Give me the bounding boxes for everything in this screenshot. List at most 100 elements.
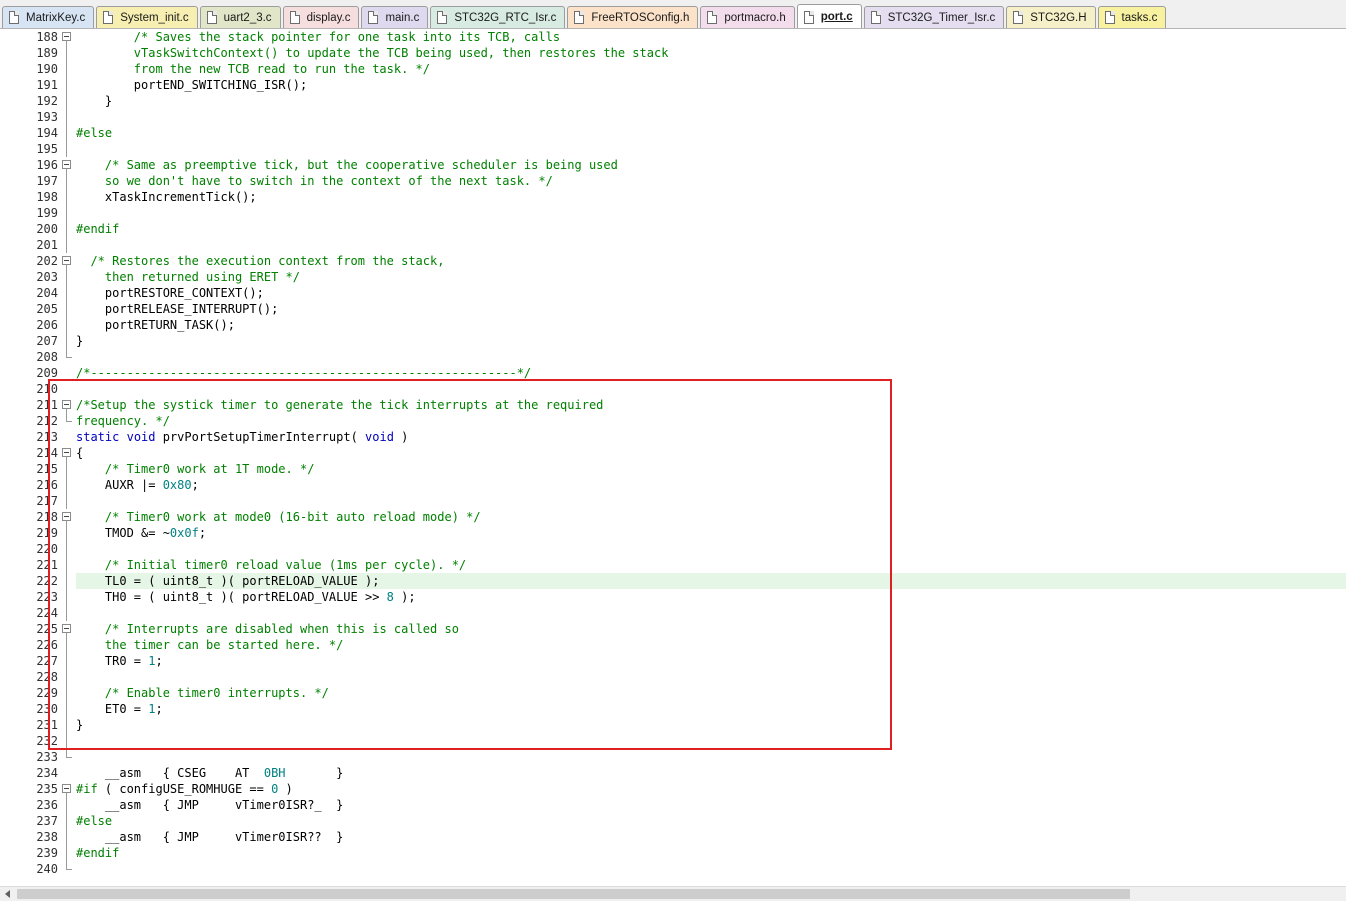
code-line[interactable]: 220 <box>0 541 1346 557</box>
code-line[interactable]: 206 portRETURN_TASK(); <box>0 317 1346 333</box>
code-line[interactable]: 203 then returned using ERET */ <box>0 269 1346 285</box>
code-text[interactable] <box>76 141 1346 157</box>
code-line[interactable]: 197 so we don't have to switch in the co… <box>0 173 1346 189</box>
tab-uart2-3-c[interactable]: uart2_3.c <box>199 6 281 28</box>
code-text[interactable]: __asm { JMP vTimer0ISR?_ } <box>76 797 1346 813</box>
code-line[interactable]: 235 #if ( configUSE_ROMHUGE == 0 ) <box>0 781 1346 797</box>
code-text[interactable] <box>76 109 1346 125</box>
code-line[interactable]: 238 __asm { JMP vTimer0ISR?? } <box>0 829 1346 845</box>
fold-collapse-icon[interactable] <box>62 256 71 265</box>
fold-collapse-icon[interactable] <box>62 160 71 169</box>
code-line[interactable]: 194 #else <box>0 125 1346 141</box>
code-line[interactable]: 204 portRESTORE_CONTEXT(); <box>0 285 1346 301</box>
code-line[interactable]: 225 /* Interrupts are disabled when this… <box>0 621 1346 637</box>
fold-collapse-icon[interactable] <box>62 512 71 521</box>
code-line[interactable]: 188 /* Saves the stack pointer for one t… <box>0 29 1346 45</box>
code-text[interactable]: TMOD &= ~0x0f; <box>76 525 1346 541</box>
code-text[interactable] <box>76 381 1346 397</box>
code-line[interactable]: 193 <box>0 109 1346 125</box>
code-line[interactable]: 196 /* Same as preemptive tick, but the … <box>0 157 1346 173</box>
code-line[interactable]: 239 #endif <box>0 845 1346 861</box>
code-text[interactable] <box>76 669 1346 685</box>
code-line[interactable]: 200 #endif <box>0 221 1346 237</box>
code-text[interactable]: /* Timer0 work at mode0 (16-bit auto rel… <box>76 509 1346 525</box>
code-line[interactable]: 202 /* Restores the execution context fr… <box>0 253 1346 269</box>
code-text[interactable]: portRESTORE_CONTEXT(); <box>76 285 1346 301</box>
code-line[interactable]: 226 the timer can be started here. */ <box>0 637 1346 653</box>
scrollbar-thumb[interactable] <box>17 889 1130 899</box>
code-text[interactable]: #if ( configUSE_ROMHUGE == 0 ) <box>76 781 1346 797</box>
code-line[interactable]: 209 /*-----------------------------------… <box>0 365 1346 381</box>
code-text[interactable]: /* Restores the execution context from t… <box>76 253 1346 269</box>
code-line[interactable]: 218 /* Timer0 work at mode0 (16-bit auto… <box>0 509 1346 525</box>
horizontal-scrollbar[interactable] <box>0 886 1346 901</box>
code-text[interactable]: portRETURN_TASK(); <box>76 317 1346 333</box>
code-text[interactable]: /* Enable timer0 interrupts. */ <box>76 685 1346 701</box>
code-line[interactable]: 230 ET0 = 1; <box>0 701 1346 717</box>
code-text[interactable]: /* Timer0 work at 1T mode. */ <box>76 461 1346 477</box>
fold-collapse-icon[interactable] <box>62 624 71 633</box>
code-line[interactable]: 199 <box>0 205 1346 221</box>
tab-display-c[interactable]: display.c <box>282 6 360 28</box>
scroll-left-arrow-icon[interactable] <box>0 887 16 901</box>
code-text[interactable]: then returned using ERET */ <box>76 269 1346 285</box>
code-text[interactable]: portRELEASE_INTERRUPT(); <box>76 301 1346 317</box>
code-text[interactable]: #else <box>76 125 1346 141</box>
code-text[interactable]: xTaskIncrementTick(); <box>76 189 1346 205</box>
code-text[interactable]: __asm { JMP vTimer0ISR?? } <box>76 829 1346 845</box>
code-line[interactable]: 191 portEND_SWITCHING_ISR(); <box>0 77 1346 93</box>
code-text[interactable]: TR0 = 1; <box>76 653 1346 669</box>
tab-port-c[interactable]: port.c <box>796 4 862 28</box>
code-line[interactable]: 240 <box>0 861 1346 877</box>
code-text[interactable]: } <box>76 333 1346 349</box>
code-line[interactable]: 219 TMOD &= ~0x0f; <box>0 525 1346 541</box>
code-line[interactable]: 195 <box>0 141 1346 157</box>
code-text[interactable]: ET0 = 1; <box>76 701 1346 717</box>
tab-stc32g-rtc-isr-c[interactable]: STC32G_RTC_Isr.c <box>430 6 566 28</box>
fold-collapse-icon[interactable] <box>62 400 71 409</box>
tab-stc32g-h[interactable]: STC32G.H <box>1006 6 1096 28</box>
tab-tasks-c[interactable]: tasks.c <box>1097 6 1167 28</box>
code-line[interactable]: 223 TH0 = ( uint8_t )( portRELOAD_VALUE … <box>0 589 1346 605</box>
code-line-current[interactable]: 222 TL0 = ( uint8_t )( portRELOAD_VALUE … <box>0 573 1346 589</box>
code-line[interactable]: 213 static void prvPortSetupTimerInterrup… <box>0 429 1346 445</box>
code-line[interactable]: 227 TR0 = 1; <box>0 653 1346 669</box>
code-text[interactable]: #endif <box>76 221 1346 237</box>
code-text[interactable] <box>76 541 1346 557</box>
code-text[interactable]: /* Same as preemptive tick, but the coop… <box>76 157 1346 173</box>
code-text[interactable]: TL0 = ( uint8_t )( portRELOAD_VALUE ); <box>76 573 1346 589</box>
tab-freertosconfig-h[interactable]: FreeRTOSConfig.h <box>567 6 699 28</box>
code-text[interactable]: /* Saves the stack pointer for one task … <box>76 29 1346 45</box>
code-line[interactable]: 215 /* Timer0 work at 1T mode. */ <box>0 461 1346 477</box>
code-line[interactable]: 228 <box>0 669 1346 685</box>
code-text[interactable]: /* Interrupts are disabled when this is … <box>76 621 1346 637</box>
tab-portmacro-h[interactable]: portmacro.h <box>700 6 795 28</box>
code-text[interactable] <box>76 605 1346 621</box>
code-line[interactable]: 201 <box>0 237 1346 253</box>
code-text[interactable] <box>76 205 1346 221</box>
code-line[interactable]: 234 __asm { CSEG AT 0BH } <box>0 765 1346 781</box>
tab-system-init-c[interactable]: System_init.c <box>96 6 198 28</box>
code-text[interactable]: #else <box>76 813 1346 829</box>
code-text[interactable]: static void prvPortSetupTimerInterrupt( … <box>76 429 1346 445</box>
code-line[interactable]: 198 xTaskIncrementTick(); <box>0 189 1346 205</box>
code-text[interactable]: AUXR |= 0x80; <box>76 477 1346 493</box>
code-text[interactable]: portEND_SWITCHING_ISR(); <box>76 77 1346 93</box>
code-line[interactable]: 224 <box>0 605 1346 621</box>
code-line[interactable]: 212 frequency. */ <box>0 413 1346 429</box>
code-text[interactable]: /* Initial timer0 reload value (1ms per … <box>76 557 1346 573</box>
code-text[interactable] <box>76 749 1346 765</box>
code-line[interactable]: 210 <box>0 381 1346 397</box>
code-line[interactable]: 189 vTaskSwitchContext() to update the T… <box>0 45 1346 61</box>
code-text[interactable] <box>76 237 1346 253</box>
code-text[interactable]: /*--------------------------------------… <box>76 365 1346 381</box>
code-text[interactable]: #endif <box>76 845 1346 861</box>
code-line[interactable]: 217 <box>0 493 1346 509</box>
fold-collapse-icon[interactable] <box>62 784 71 793</box>
code-line[interactable]: 205 portRELEASE_INTERRUPT(); <box>0 301 1346 317</box>
code-text[interactable] <box>76 493 1346 509</box>
code-text[interactable]: } <box>76 93 1346 109</box>
code-text[interactable]: from the new TCB read to run the task. *… <box>76 61 1346 77</box>
code-line[interactable]: 216 AUXR |= 0x80; <box>0 477 1346 493</box>
fold-collapse-icon[interactable] <box>62 32 71 41</box>
